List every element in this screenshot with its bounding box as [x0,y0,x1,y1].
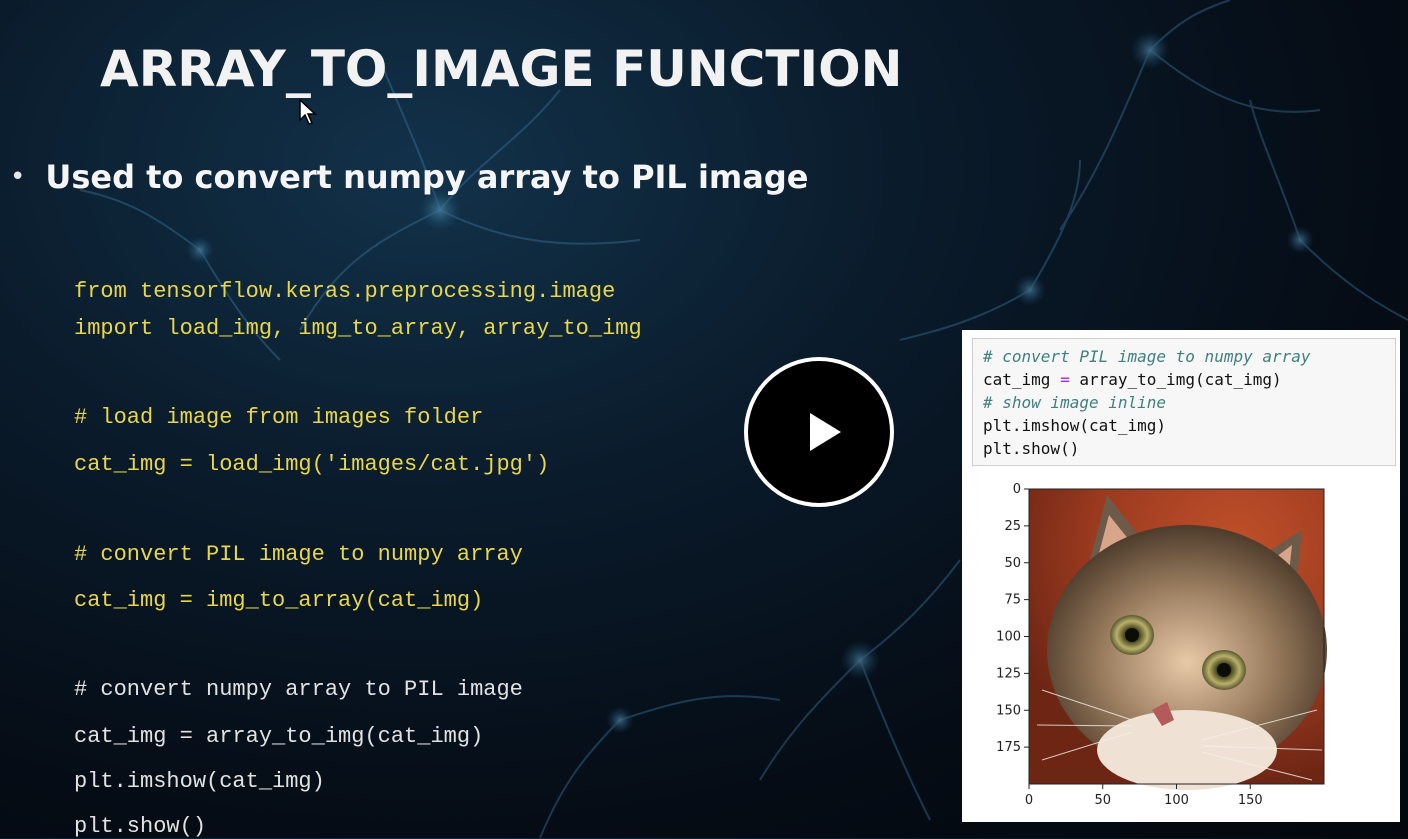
code-line: import load_img, img_to_array, array_to_… [74,316,642,341]
play-icon [810,413,841,451]
code-line: plt.imshow(cat_img) [74,769,325,794]
code-line: cat_img = img_to_array(cat_img) [74,588,484,613]
code-comment: # convert numpy array to PIL image [74,677,523,702]
x-axis: 0 50 100 150 [1025,784,1263,808]
y-tick-label: 100 [996,630,1021,645]
x-tick-label: 50 [1094,793,1111,808]
bullet-icon: • [10,162,26,192]
code-line: cat_img = array_to_img(cat_img) [74,724,484,749]
y-tick-label: 150 [996,703,1021,718]
y-tick-label: 175 [996,740,1021,755]
y-tick-label: 125 [996,666,1021,681]
code-comment: # convert PIL image to numpy array [74,542,523,567]
y-tick-label: 25 [1004,519,1021,534]
x-tick-label: 150 [1238,793,1263,808]
y-tick-label: 75 [1004,593,1021,608]
x-tick-label: 100 [1164,793,1189,808]
code-line: cat_img = load_img('images/cat.jpg') [74,452,550,477]
y-tick-label: 50 [1004,556,1021,571]
slide-title: ARRAY_TO_IMAGE FUNCTION [100,40,903,98]
mouse-cursor-icon [299,98,317,125]
notebook-output-panel: # convert PIL image to numpy array cat_i… [962,330,1400,822]
x-tick-label: 0 [1025,793,1033,808]
video-play-button[interactable] [744,357,894,507]
code-line: from tensorflow.keras.preprocessing.imag… [74,279,616,304]
cat-image [1029,489,1327,790]
code-line: plt.show() [74,814,207,839]
bullet-point: • Used to convert numpy array to PIL ima… [10,158,808,196]
bullet-text: Used to convert numpy array to PIL image [45,158,809,196]
y-tick-label: 0 [1013,482,1021,497]
imshow-plot: 0 25 50 75 100 125 150 175 0 50 100 150 [996,482,1327,808]
y-axis: 0 25 50 75 100 125 150 175 [996,482,1029,755]
code-comment: # load image from images folder [74,405,484,430]
